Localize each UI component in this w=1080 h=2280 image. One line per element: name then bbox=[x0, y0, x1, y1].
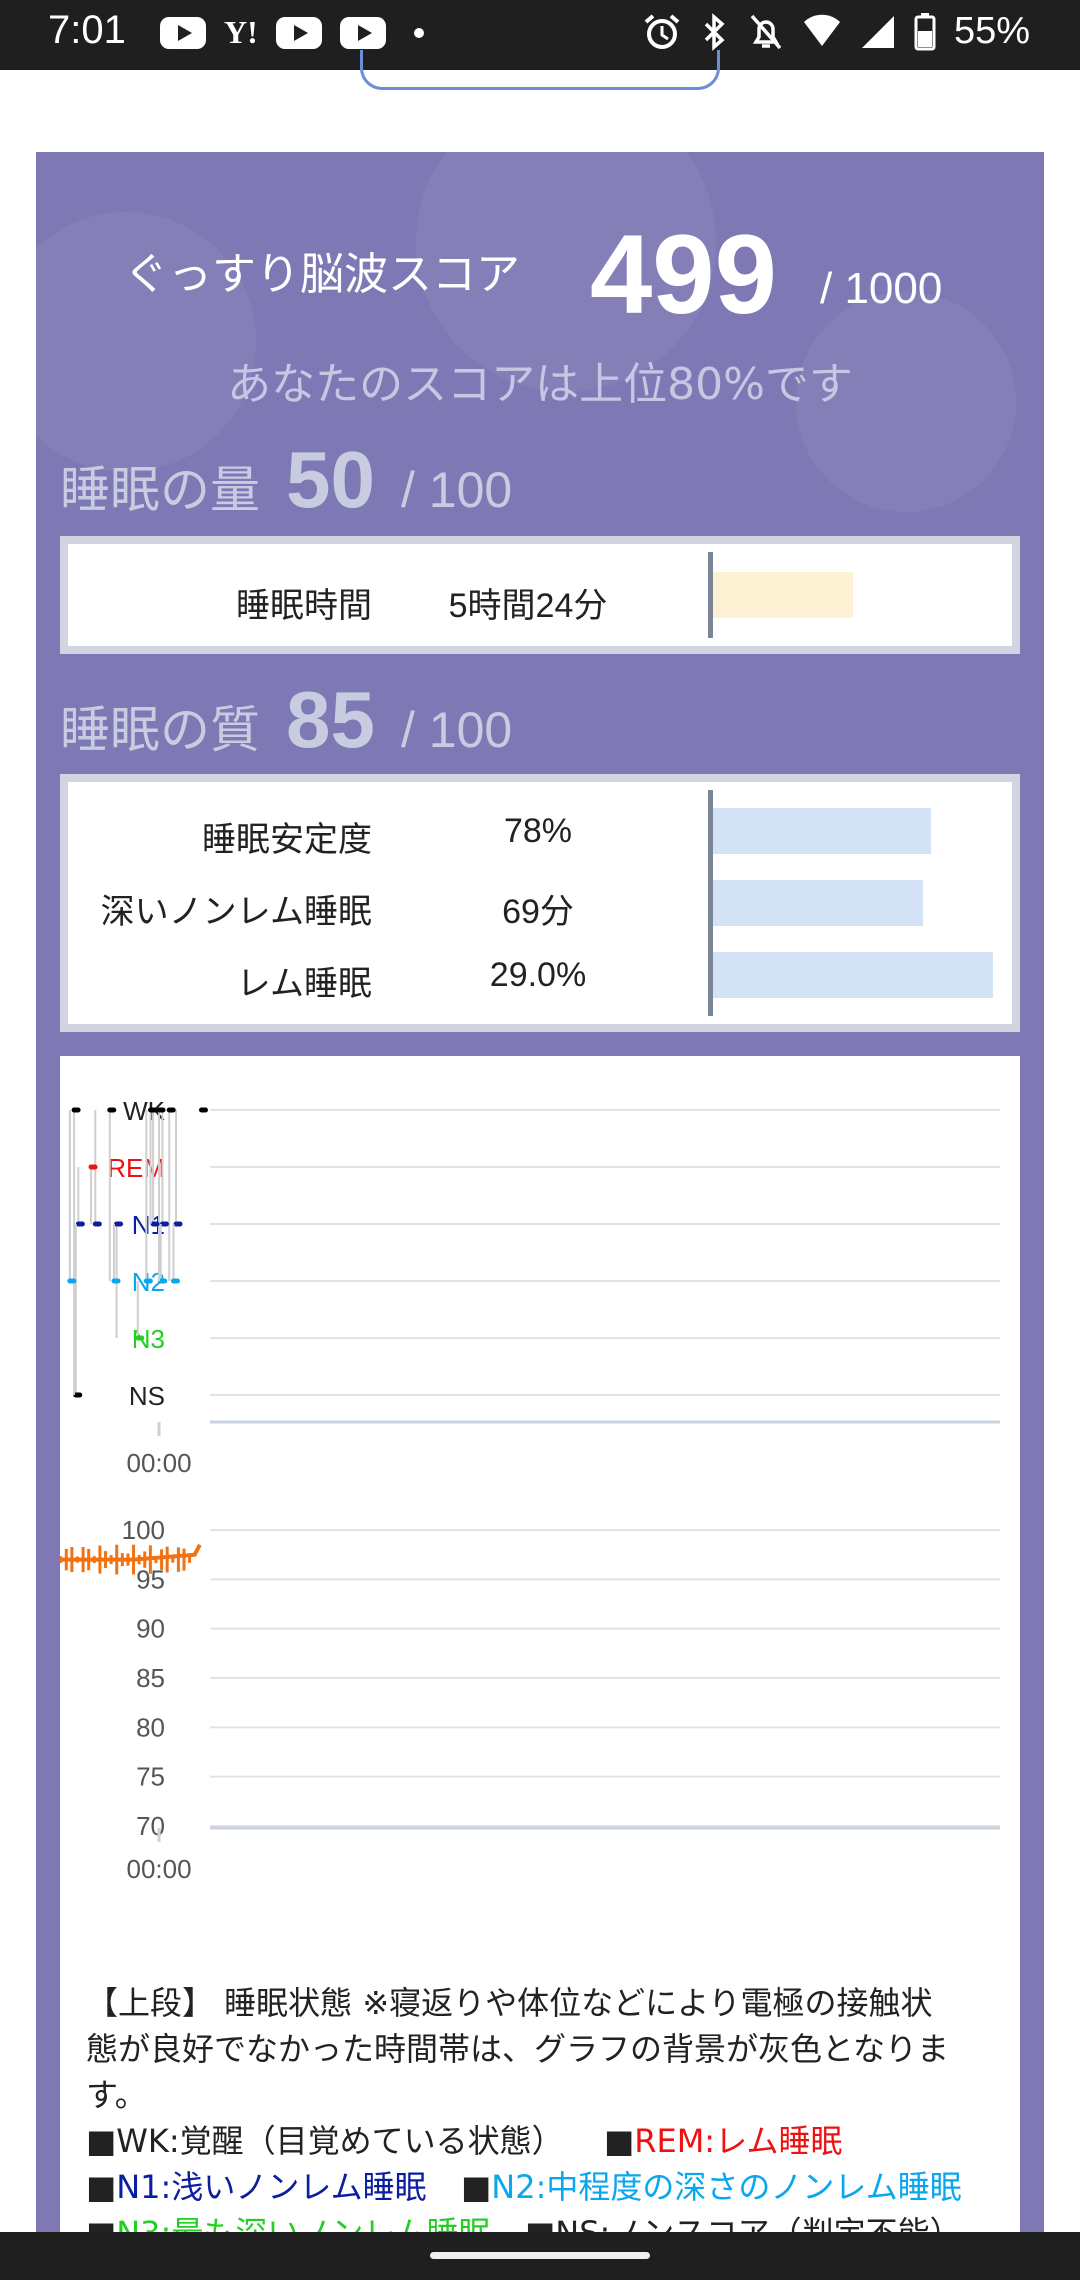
youtube-icon bbox=[160, 16, 206, 49]
legend-rem-square: ■ bbox=[604, 2122, 635, 2160]
legend-n1-square: ■ bbox=[86, 2168, 117, 2206]
quality-card: 睡眠安定度 78% 深いノンレム睡眠 69分 レム睡眠 29.0% bbox=[60, 774, 1020, 1032]
metric-value: 78% bbox=[503, 812, 573, 850]
legend-n3-square: ■ bbox=[86, 2214, 116, 2232]
score-max: / 1000 bbox=[820, 264, 943, 313]
quantity-card: 睡眠時間 5時間24分 bbox=[60, 536, 1020, 654]
quantity-max: / 100 bbox=[400, 462, 513, 518]
score-value: 499 bbox=[590, 212, 777, 337]
quality-label: 睡眠の質 bbox=[60, 701, 260, 759]
legend-n3: N3:最も深いノンレム睡眠 bbox=[116, 2214, 490, 2232]
dot-icon bbox=[413, 27, 424, 38]
metric-label: レム睡眠 bbox=[236, 964, 372, 1004]
youtube-icon bbox=[339, 16, 386, 49]
x-tick-label: 00:00 bbox=[126, 1448, 191, 1476]
y-tick-label: 80 bbox=[136, 1712, 165, 1742]
score-panel: ぐっすり脳波スコア 499 / 1000 あなたのスコアは上位80%です 睡眠の… bbox=[36, 152, 1044, 2232]
signal-icon bbox=[861, 15, 894, 48]
legend-n1: N1:浅いノンレム睡眠 bbox=[116, 2168, 427, 2206]
quantity-label: 睡眠の量 bbox=[60, 461, 260, 519]
metric-value: 69分 bbox=[502, 893, 574, 931]
quantity-header: 睡眠の量 50 / 100 bbox=[60, 434, 512, 526]
legend-row-n3-ns: ■N3:最も深いノンレム睡眠 ■NS:ノンスコア（判定不能） bbox=[86, 2210, 996, 2232]
x-tick-label: 00:00 bbox=[126, 1854, 191, 1884]
y-tick-label: 70 bbox=[136, 1811, 165, 1841]
y-tick-label: 85 bbox=[136, 1663, 165, 1693]
notifications-off-icon bbox=[750, 14, 782, 49]
metric-bar bbox=[713, 880, 923, 926]
notes-line: 【上段】 睡眠状態 ※寝返りや体位などにより電極の接触状 bbox=[86, 1984, 933, 2022]
spo2-chart: 10095908580757000:0003:0006:00 bbox=[60, 1515, 1000, 1884]
metric-label: 睡眠時間 bbox=[236, 586, 372, 626]
legend-row-wk-rem: ■WK:覚醒（目覚めている状態） ■REM:レム睡眠 bbox=[86, 2118, 996, 2164]
legend-notes: 【上段】 睡眠状態 ※寝返りや体位などにより電極の接触状 態が良好でなかった時間… bbox=[86, 1980, 996, 2232]
status-time: 7:01 bbox=[48, 8, 126, 52]
notes-line: す。 bbox=[86, 2076, 147, 2114]
navigation-bar bbox=[0, 2232, 1080, 2280]
y-tick-label: 90 bbox=[136, 1614, 165, 1644]
legend-n2-square: ■ bbox=[461, 2168, 492, 2206]
notes-line: 態が良好でなかった時間帯は、グラフの背景が灰色となりま bbox=[86, 2030, 950, 2068]
legend-n2: N2:中程度の深さのノンレム睡眠 bbox=[491, 2168, 962, 2206]
metric-bar bbox=[713, 952, 993, 998]
battery-level: 55% bbox=[953, 10, 1030, 52]
bluetooth-icon bbox=[704, 12, 725, 51]
legend-wk: ■WK:覚醒（目覚めている状態） bbox=[86, 2122, 564, 2160]
y-tick-label: 100 bbox=[122, 1515, 165, 1545]
legend-row-n1-n2: ■N1:浅いノンレム睡眠 ■N2:中程度の深さのノンレム睡眠 bbox=[86, 2164, 996, 2210]
yahoo-icon: Y! bbox=[224, 14, 258, 50]
quality-max: / 100 bbox=[400, 702, 513, 758]
metric-value: 5時間24分 bbox=[448, 587, 608, 625]
quality-header: 睡眠の質 85 / 100 bbox=[60, 674, 512, 766]
sleep-stage-chart: WKREMN1N2N3NS00:0003:0006:00 bbox=[67, 1096, 1000, 1476]
metric-row-sleep-time: 睡眠時間 5時間24分 bbox=[68, 568, 1012, 628]
wifi-icon bbox=[803, 14, 840, 46]
top-button-edge[interactable] bbox=[360, 50, 720, 90]
metric-label: 深いノンレム睡眠 bbox=[100, 892, 372, 932]
y-tick-label: 75 bbox=[136, 1762, 165, 1792]
legend-rem: REM:レム睡眠 bbox=[634, 2122, 843, 2160]
quantity-score: 50 bbox=[286, 435, 375, 524]
metric-bar bbox=[713, 808, 932, 854]
home-gesture-handle[interactable] bbox=[430, 2252, 650, 2259]
alarm-icon bbox=[644, 13, 680, 49]
battery-icon bbox=[914, 12, 936, 50]
charts-card: WKREMN1N2N3NS00:0003:0006:00 10095908580… bbox=[60, 1056, 1020, 2232]
youtube-icon bbox=[275, 16, 322, 49]
score-title: ぐっすり脳波スコア bbox=[124, 249, 520, 300]
y-tick-label: REM bbox=[107, 1153, 165, 1183]
score-percentile: あなたのスコアは上位80%です bbox=[227, 359, 853, 410]
metric-value: 29.0% bbox=[489, 956, 587, 994]
legend-ns: ■NS:ノンスコア（判定不能） bbox=[525, 2214, 962, 2232]
metric-label: 睡眠安定度 bbox=[202, 820, 372, 860]
quality-score: 85 bbox=[286, 675, 375, 764]
y-tick-label: NS bbox=[129, 1381, 165, 1411]
metric-bar bbox=[713, 572, 853, 618]
